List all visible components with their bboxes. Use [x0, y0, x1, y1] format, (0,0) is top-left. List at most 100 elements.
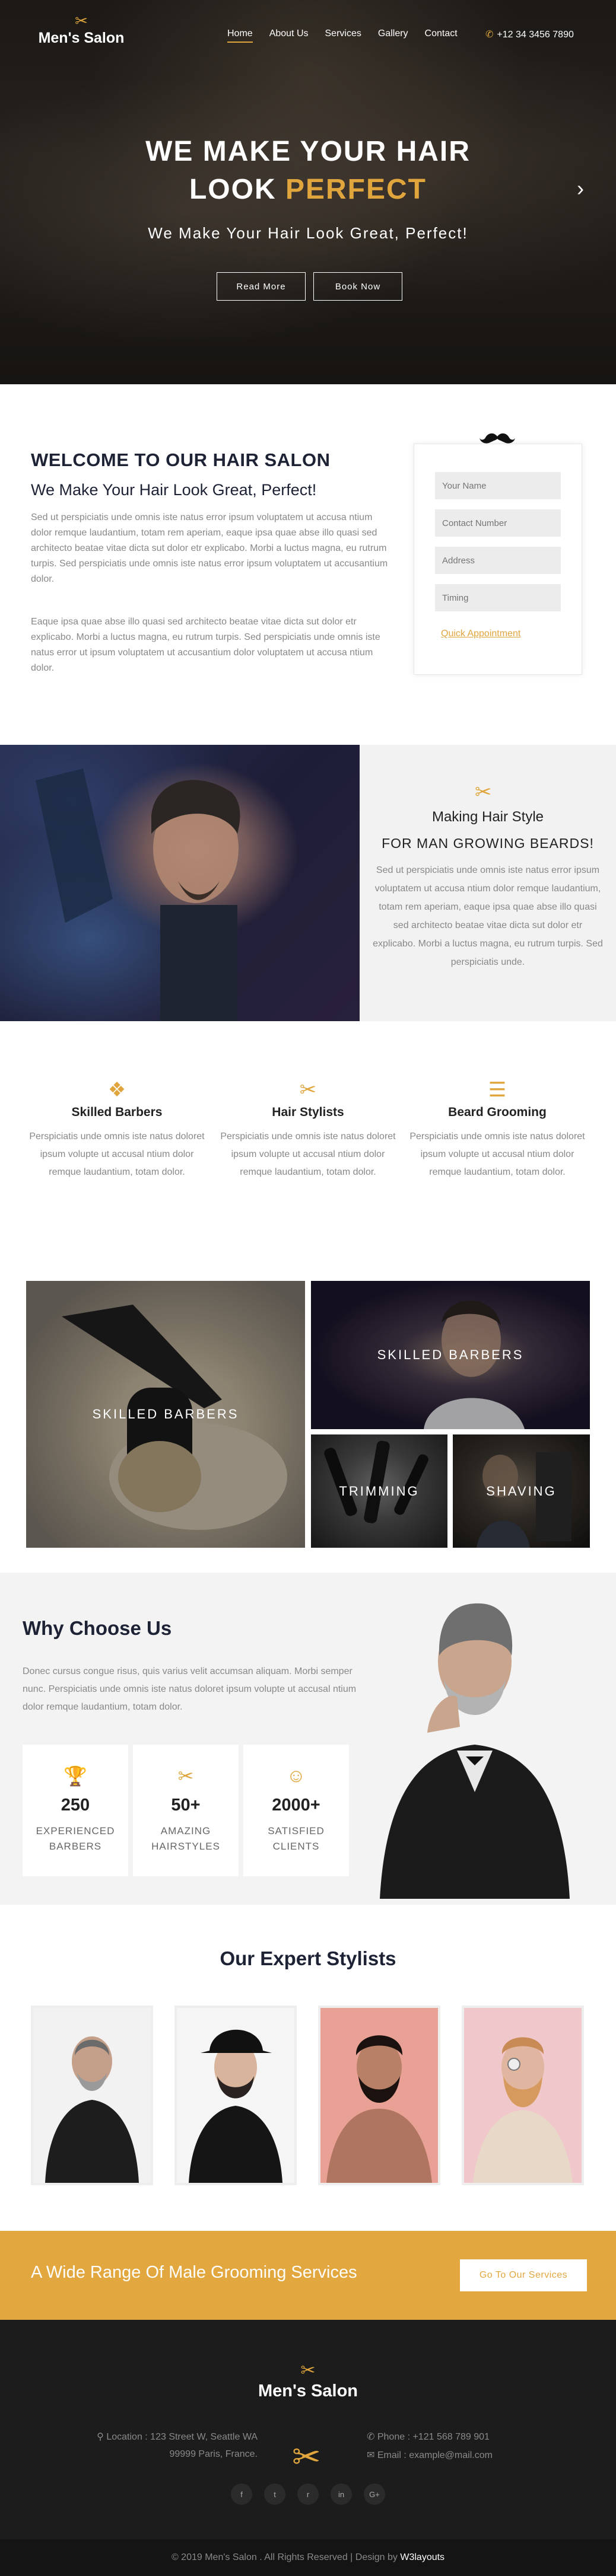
stat-number: 50+ [171, 1796, 201, 1815]
location-icon: ⚲ [97, 2432, 107, 2442]
mustache-icon [480, 433, 515, 444]
designer-link[interactable]: W3layouts [400, 2552, 444, 2562]
nav-services[interactable]: Services [325, 28, 361, 43]
stylist-card[interactable] [318, 2006, 440, 2185]
gallery-tile[interactable]: SHAVING [453, 1434, 590, 1548]
nav-about[interactable]: About Us [269, 28, 309, 43]
phone-icon: ✆ [367, 2432, 377, 2442]
stylist-card[interactable] [31, 2006, 153, 2185]
footer-email[interactable]: ✉ Email : example@mail.com [367, 2449, 493, 2461]
gallery-tile[interactable]: SKILLED BARBERS [311, 1281, 590, 1429]
hero-subtitle: We Make Your Hair Look Great, Perfect! [148, 224, 468, 242]
barber-illustration [36, 769, 240, 1021]
trophy-icon: 🏆 [63, 1765, 87, 1787]
hero-word-perfect: PERFECT [285, 174, 427, 205]
services-banner: A Wide Range Of Male Grooming Services G… [0, 2231, 616, 2320]
copyright-bar: © 2019 Men's Salon . All Rights Reserved… [0, 2539, 616, 2576]
stylist-card[interactable] [174, 2006, 297, 2185]
scissors-icon: ✂ [475, 781, 492, 804]
footer-phone[interactable]: ✆ Phone : +121 568 789 901 [367, 2431, 490, 2443]
why-title: Why Choose Us [23, 1617, 172, 1639]
logo[interactable]: ✂ Men's Salon [31, 13, 132, 47]
go-to-services-button[interactable]: Go To Our Services [460, 2259, 587, 2291]
feature-text: Perspiciatis unde omnis iste natus dolor… [409, 1131, 585, 1177]
footer-phone-text: Phone : +121 568 789 901 [377, 2432, 490, 2442]
address-field[interactable] [435, 547, 561, 574]
hero-section: ✂ Men's Salon Home About Us Services Gal… [0, 0, 616, 384]
feature-title: Beard Grooming [448, 1105, 547, 1119]
phone-number: +12 34 3456 7890 [497, 30, 574, 40]
stat-label: SATISFIED CLIENTS [243, 1823, 349, 1854]
features-section: ❖ ✂ ☰ Skilled Barbers Hair Stylists Bear… [0, 1021, 616, 1573]
timing-field[interactable] [435, 584, 561, 611]
stat-card: 🏆 250 EXPERIENCED BARBERS [23, 1745, 128, 1876]
hero-title-line1: WE MAKE YOUR HAIR [145, 136, 471, 167]
gallery-tile[interactable]: TRIMMING [311, 1434, 447, 1548]
scissors-icon: ✂ [300, 2361, 316, 2380]
main-menu: Home About Us Services Gallery Contact [227, 28, 474, 43]
gallery-label: SHAVING [486, 1483, 557, 1499]
why-choose-us-section: Why Choose Us Donec cursus congue risus,… [0, 1573, 616, 1905]
feature-title: Skilled Barbers [71, 1105, 163, 1119]
read-more-button[interactable]: Read More [217, 272, 306, 301]
name-field[interactable] [435, 472, 561, 499]
stat-number: 2000+ [272, 1796, 320, 1815]
linkedin-icon[interactable]: in [331, 2483, 352, 2505]
why-paragraph: Donec cursus congue risus, quis varius v… [23, 1666, 357, 1712]
stat-card: ☺ 2000+ SATISFIED CLIENTS [243, 1745, 349, 1876]
footer-logo[interactable]: Men's Salon [0, 2381, 616, 2401]
stat-label: AMAZING HAIRSTYLES [133, 1823, 239, 1854]
email-icon: ✉ [367, 2450, 377, 2460]
barber-photo [0, 745, 360, 1021]
gallery-label: SKILLED BARBERS [377, 1347, 524, 1362]
gallery-label: TRIMMING [339, 1483, 420, 1499]
stat-label-line1: SATISFIED [268, 1825, 325, 1837]
smile-icon: ☺ [286, 1765, 306, 1786]
stylists-section: Our Expert Stylists [0, 1905, 616, 2231]
gallery-tile[interactable]: SKILLED BARBERS [26, 1281, 305, 1548]
nav-phone[interactable]: ✆ +12 34 3456 7890 [485, 28, 574, 40]
chevron-right-icon[interactable]: › [577, 178, 584, 199]
rss-icon[interactable]: r [297, 2483, 319, 2505]
stat-label-line2: HAIRSTYLES [151, 1841, 220, 1852]
footer-location-line2: 99999 Paris, France. [169, 2449, 258, 2459]
twitter-icon[interactable]: t [264, 2483, 285, 2505]
bearded-man-illustration [380, 1603, 570, 1899]
stat-number: 250 [61, 1796, 90, 1815]
stylists-title: Our Expert Stylists [220, 1947, 396, 1969]
location-line1: Location : 123 Street W, Seattle WA [106, 2432, 258, 2442]
hero-title-line2: LOOK PERFECT [0, 173, 616, 206]
welcome-title: WELCOME TO OUR HAIR SALON [31, 449, 331, 470]
footer-location: ⚲ Location : 123 Street W, Seattle WA [64, 2431, 258, 2443]
stat-label: EXPERIENCED BARBERS [23, 1823, 128, 1854]
stat-label-line1: AMAZING [160, 1825, 211, 1837]
style-paragraph: Sed ut perspiciatis unde omnis iste natu… [373, 865, 603, 967]
copyright-text: © 2019 Men's Salon . All Rights Reserved… [171, 2552, 398, 2562]
scissors-icon: ✂ [299, 1079, 317, 1101]
facebook-icon[interactable]: f [231, 2483, 252, 2505]
style-subtitle: FOR MAN GROWING BEARDS! [382, 836, 594, 851]
stylist-photo [473, 2037, 573, 2183]
google-plus-icon[interactable]: G+ [364, 2483, 385, 2505]
stylist-card[interactable] [462, 2006, 584, 2185]
logo-text: Men's Salon [38, 30, 125, 46]
nav-home[interactable]: Home [227, 28, 253, 43]
welcome-subtitle: We Make Your Hair Look Great, Perfect! [31, 481, 317, 499]
hairstyle-section: ✂ Making Hair Style FOR MAN GROWING BEAR… [0, 745, 616, 1021]
welcome-paragraph-2: Eaque ipsa quae abse illo quasi sed arch… [31, 617, 380, 673]
quick-appointment-link[interactable]: Quick Appointment [441, 629, 520, 639]
book-now-button[interactable]: Book Now [313, 272, 402, 301]
scissors-icon: ✂ [75, 12, 88, 30]
feature-text: Perspiciatis unde omnis iste natus dolor… [220, 1131, 396, 1177]
scissors-icon: ✂ [292, 2438, 321, 2476]
footer: ✂ Men's Salon ⚲ Location : 123 Street W,… [0, 2320, 616, 2539]
stat-card: ✂ 50+ AMAZING HAIRSTYLES [133, 1745, 239, 1876]
stylist-photo [326, 2035, 432, 2183]
feature-title: Hair Stylists [272, 1105, 344, 1119]
nav-contact[interactable]: Contact [425, 28, 458, 43]
stylist-photo [45, 2036, 139, 2183]
contact-field[interactable] [435, 509, 561, 537]
model-photo [368, 1579, 582, 1899]
stylist-photo [189, 2029, 282, 2183]
nav-gallery[interactable]: Gallery [378, 28, 408, 43]
